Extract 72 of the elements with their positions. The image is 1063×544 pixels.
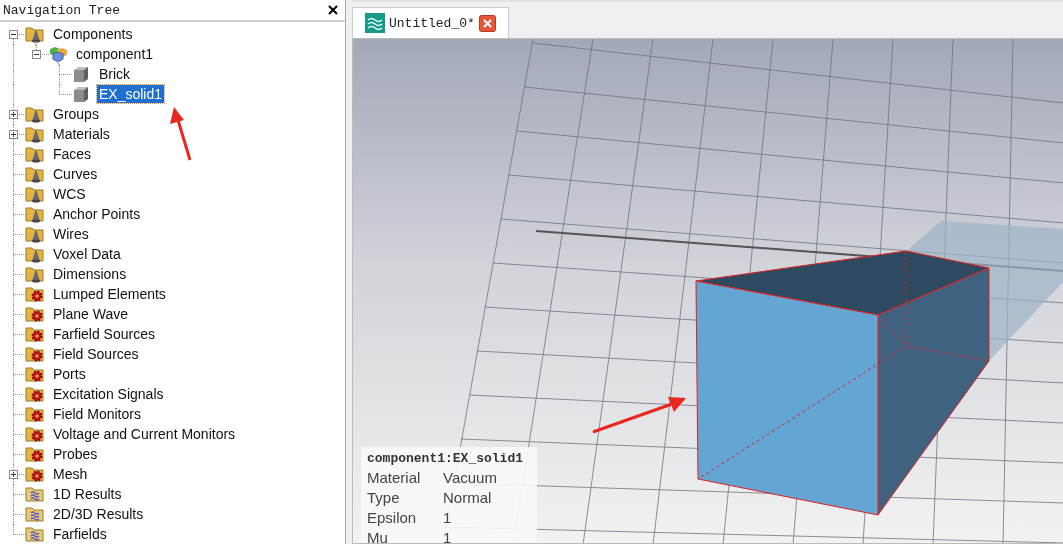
folder-gear-icon — [25, 465, 45, 483]
tree-item[interactable]: Field Monitors — [51, 405, 143, 423]
property-value: Normal — [443, 488, 492, 508]
panel-title: Navigation Tree — [3, 2, 121, 18]
folder-wave-icon — [25, 525, 45, 543]
expand-icon[interactable] — [9, 470, 18, 479]
property-name: Material — [367, 468, 422, 488]
tree-item[interactable]: Groups — [51, 105, 101, 123]
tree-item[interactable]: WCS — [51, 185, 88, 203]
folder-cone-icon — [25, 225, 45, 243]
annotation-arrow — [170, 107, 192, 161]
tree-item[interactable]: Faces — [51, 145, 94, 163]
expand-icon[interactable] — [9, 130, 18, 139]
folder-cone-icon — [25, 25, 45, 43]
tree-item[interactable]: Lumped Elements — [51, 285, 168, 303]
tree-item[interactable]: 1D Results — [51, 485, 124, 503]
tree-item[interactable]: Curves — [51, 165, 100, 183]
cubes-icon — [48, 45, 68, 63]
tree-item[interactable]: Wires — [51, 225, 91, 243]
folder-gear-icon — [25, 305, 45, 323]
cube-icon — [71, 85, 91, 103]
folder-gear-icon — [25, 365, 45, 383]
tree-item[interactable]: Probes — [51, 445, 100, 463]
property-name: Mu — [367, 528, 389, 543]
folder-gear-icon — [25, 345, 45, 363]
tree-item[interactable]: Materials — [51, 125, 112, 143]
folder-cone-icon — [25, 245, 45, 263]
property-name: Epsilon — [367, 508, 418, 528]
tree-item[interactable]: Farfields — [51, 525, 109, 543]
folder-gear-icon — [25, 425, 45, 443]
collapse-icon[interactable] — [32, 50, 41, 59]
document-tab[interactable]: Untitled_0* — [352, 7, 509, 38]
expand-icon[interactable] — [9, 110, 18, 119]
folder-gear-icon — [25, 445, 45, 463]
folder-gear-icon — [25, 385, 45, 403]
property-value: 1 — [443, 528, 452, 543]
tree-item[interactable]: 2D/3D Results — [51, 505, 146, 523]
folder-cone-icon — [25, 165, 45, 183]
property-name: Type — [367, 488, 401, 508]
folder-cone-icon — [25, 145, 45, 163]
folder-cone-icon — [25, 265, 45, 283]
tree-item[interactable]: Field Sources — [51, 345, 141, 363]
cube-icon — [71, 65, 91, 83]
close-icon[interactable] — [327, 4, 339, 16]
tree-item[interactable]: Voxel Data — [51, 245, 123, 263]
folder-wave-icon — [25, 505, 45, 523]
tree-item[interactable]: Excitation Signals — [51, 385, 166, 403]
tree-item[interactable]: Ports — [51, 365, 88, 383]
folder-wave-icon — [25, 485, 45, 503]
folder-cone-icon — [25, 185, 45, 203]
tree-item[interactable]: EX_solid1 — [97, 85, 165, 103]
collapse-icon[interactable] — [9, 30, 18, 39]
tree-item[interactable]: Anchor Points — [51, 205, 143, 223]
folder-cone-icon — [25, 205, 45, 223]
close-icon[interactable] — [478, 14, 496, 32]
property-value: 1 — [443, 508, 452, 528]
tree-item[interactable]: Brick — [97, 65, 133, 83]
property-value: Vacuum — [443, 468, 497, 488]
tree-item[interactable]: Mesh — [51, 465, 90, 483]
wave-icon — [365, 13, 385, 33]
tree-item[interactable]: Components — [51, 25, 135, 43]
tree-item[interactable]: Dimensions — [51, 265, 129, 283]
tree-item[interactable]: Voltage and Current Monitors — [51, 425, 238, 443]
folder-gear-icon — [25, 285, 45, 303]
info-title: component1:EX_solid1 — [367, 451, 525, 466]
folder-cone-icon — [25, 125, 45, 143]
tree-item[interactable]: Farfield Sources — [51, 325, 157, 343]
tree-item[interactable]: Plane Wave — [51, 305, 130, 323]
tree-item[interactable]: component1 — [74, 45, 156, 63]
folder-cone-icon — [25, 105, 45, 123]
folder-gear-icon — [25, 405, 45, 423]
folder-gear-icon — [25, 325, 45, 343]
